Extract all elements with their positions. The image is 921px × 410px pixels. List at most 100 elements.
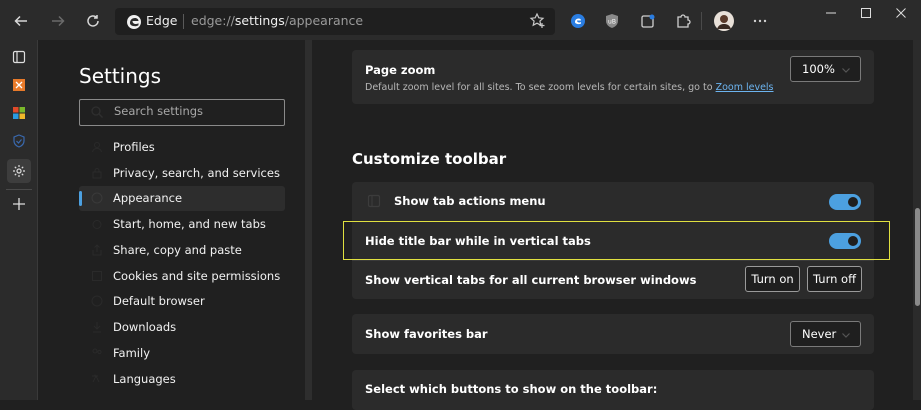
page-zoom-card: Page zoom Default zoom level for all sit… [352, 50, 874, 104]
sidebar-item-profiles[interactable]: Profiles [79, 135, 285, 160]
edge-extension-icon[interactable] [569, 12, 587, 30]
edge-blue-icon [571, 14, 585, 28]
page-zoom-desc-text: Default zoom level for all sites. To see… [365, 82, 716, 93]
maximize-icon [861, 8, 871, 18]
language-icon [92, 374, 100, 383]
tabs-divider [6, 189, 32, 190]
maximize-button[interactable] [856, 4, 876, 22]
url-prefix: edge:// [191, 13, 235, 28]
edge-logo-icon [127, 15, 141, 29]
url-text[interactable]: edge://settings/appearance [191, 13, 363, 28]
sidebar-item-family[interactable]: Family [79, 341, 285, 366]
scrollbar[interactable] [913, 40, 921, 400]
settings-content: Page zoom Default zoom level for all sit… [312, 40, 913, 410]
ublock-extension-icon[interactable]: uB [603, 12, 621, 30]
microsoft-icon [13, 107, 25, 119]
puzzle-icon [677, 14, 691, 28]
extensions-button[interactable] [674, 12, 692, 30]
search-box[interactable] [79, 99, 285, 126]
sidebar-item-default-browser[interactable]: Default browser [79, 289, 285, 314]
sidebar-item-label: Profiles [113, 140, 155, 154]
tab-actions-icon [12, 50, 26, 64]
active-indicator [79, 191, 82, 206]
tab-favicon-1[interactable] [7, 73, 31, 97]
toolbar-buttons-label: Select which buttons to show on the tool… [365, 382, 658, 396]
browser-icon [91, 295, 103, 307]
search-input[interactable] [114, 104, 274, 118]
tab-actions-toggle[interactable] [829, 194, 861, 210]
sidebar-item-appearance[interactable]: Appearance [79, 186, 285, 211]
sidebar-item-cookies[interactable]: Cookies and site permissions [79, 264, 285, 289]
add-favorite-icon[interactable] [529, 12, 547, 30]
refresh-button[interactable] [80, 8, 106, 34]
sidebar-item-label: Start, home, and new tabs [113, 217, 266, 231]
turn-on-button[interactable]: Turn on [745, 266, 800, 292]
arrow-right-icon [52, 15, 65, 27]
tab-actions-label: Show tab actions menu [394, 194, 546, 208]
minimize-button[interactable] [821, 4, 841, 22]
sidebar-item-share[interactable]: Share, copy and paste [79, 238, 285, 263]
favorites-bar-select[interactable]: Never [790, 321, 861, 347]
pane-divider [305, 40, 312, 400]
shield-check-icon [13, 134, 25, 148]
turn-off-button[interactable]: Turn off [807, 266, 862, 292]
tab-actions-button[interactable] [7, 45, 31, 69]
url-bold: settings [234, 13, 285, 28]
favorites-bar-value: Never [802, 327, 837, 341]
toolbar-buttons-card: Select which buttons to show on the tool… [352, 370, 874, 410]
settings-sidebar: Settings Profiles Privacy, search, and s… [39, 40, 312, 400]
hide-title-bar-toggle[interactable] [829, 233, 861, 249]
row-separator [352, 221, 874, 222]
address-bar[interactable]: Edge edge://settings/appearance [115, 8, 555, 35]
page-zoom-value: 100% [802, 62, 835, 76]
sidebar-item-start-home[interactable]: Start, home, and new tabs [79, 212, 285, 237]
tab-favicon-3[interactable] [7, 129, 31, 153]
new-tab-button[interactable] [7, 192, 31, 216]
page-title: Settings [79, 64, 162, 88]
close-icon [896, 8, 906, 18]
address-separator [183, 14, 184, 29]
tab-actions-menu-icon [367, 194, 381, 208]
sidebar-item-label: Default browser [113, 294, 205, 308]
sidebar-item-label: Family [113, 346, 151, 360]
page-zoom-select[interactable]: 100% [790, 56, 861, 82]
vertical-tabs-label: Show vertical tabs for all current brows… [365, 273, 697, 287]
section-heading: Customize toolbar [352, 150, 507, 168]
page-zoom-description: Default zoom level for all sites. To see… [365, 82, 774, 93]
person-icon [92, 142, 102, 153]
back-button[interactable] [8, 8, 34, 34]
vertical-tabs-strip [0, 40, 38, 400]
toolbar-divider [701, 12, 702, 30]
share-icon [92, 244, 102, 256]
sidebar-item-downloads[interactable]: Downloads [79, 315, 285, 340]
zoom-levels-link[interactable]: Zoom levels [716, 82, 774, 93]
sidebar-item-label: Appearance [113, 191, 183, 205]
page-zoom-title: Page zoom [365, 63, 436, 77]
shield-icon: uB [606, 14, 618, 28]
minimize-icon [826, 12, 836, 14]
sidebar-item-label: Privacy, search, and services [113, 166, 280, 180]
orange-site-icon [13, 79, 25, 91]
tab-settings[interactable] [7, 159, 31, 183]
profile-button[interactable] [713, 10, 735, 32]
lock-icon [92, 168, 102, 179]
hide-title-bar-label: Hide title bar while in vertical tabs [365, 234, 591, 248]
refresh-icon [87, 15, 99, 27]
screenshot-extension-icon[interactable] [639, 12, 657, 30]
forward-button[interactable] [45, 8, 71, 34]
palette-icon [91, 192, 103, 204]
toggle-knob [848, 236, 858, 246]
chevron-down-icon [842, 68, 850, 73]
avatar [714, 11, 734, 31]
browser-toolbar: Edge edge://settings/appearance uB [0, 0, 921, 40]
chevron-down-icon [842, 333, 850, 338]
tab-favicon-2[interactable] [7, 101, 31, 125]
scroll-thumb[interactable] [915, 208, 920, 306]
close-button[interactable] [891, 4, 911, 22]
sidebar-item-privacy[interactable]: Privacy, search, and services [79, 161, 285, 186]
favorites-bar-card: Show favorites bar Never [352, 314, 874, 354]
capture-icon [641, 14, 655, 28]
sidebar-item-languages[interactable]: Languages [79, 367, 285, 392]
family-icon [92, 348, 102, 355]
more-menu-button[interactable] [751, 12, 769, 30]
